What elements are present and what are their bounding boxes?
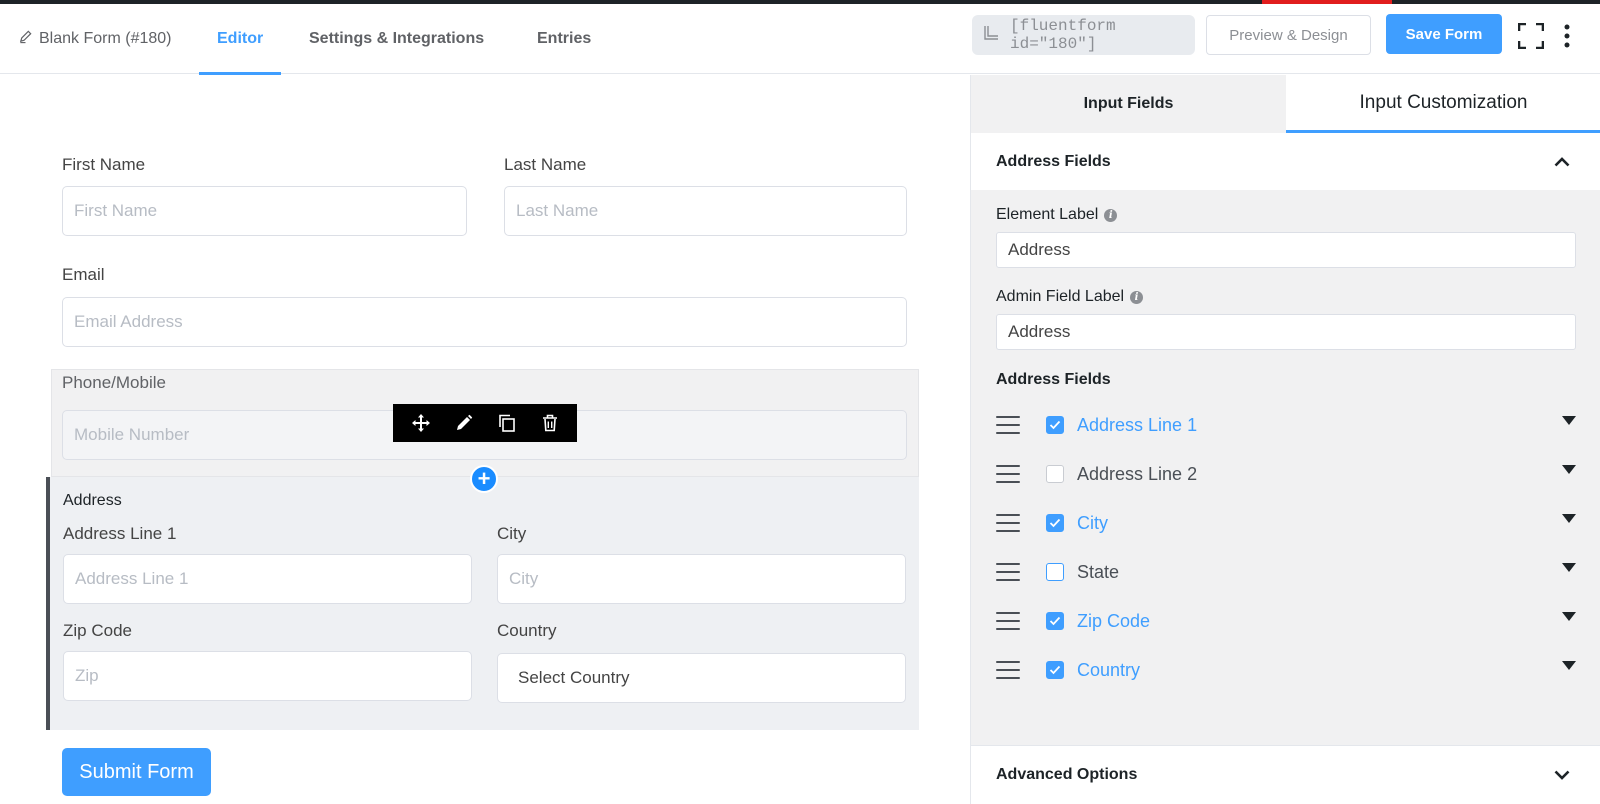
country-checkbox[interactable]: [1046, 661, 1064, 679]
submit-form-button[interactable]: Submit Form: [62, 748, 211, 796]
kebab-menu-icon[interactable]: [1555, 22, 1579, 50]
address-field-row: Address Line 2: [996, 456, 1576, 492]
caret-down-icon[interactable]: [1562, 514, 1576, 523]
advanced-options-header[interactable]: Advanced Options: [971, 745, 1600, 804]
field-label: State: [1077, 561, 1120, 582]
element-label-heading: Element Label i: [996, 206, 1118, 224]
tab-entries[interactable]: Entries: [537, 4, 591, 74]
admin-label-text: Admin Field Label: [996, 288, 1125, 305]
email-input[interactable]: Email Address: [62, 297, 907, 347]
form-editor-canvas: First Name First Name Last Name Last Nam…: [0, 75, 970, 804]
country-select[interactable]: Select Country: [497, 653, 906, 703]
address-field-row: Zip Code: [996, 603, 1576, 639]
field-label: Address Line 2: [1077, 463, 1198, 484]
address-fields-subheading: Address Fields: [996, 371, 1111, 388]
zip-label: Zip Code: [63, 621, 132, 640]
fullscreen-icon[interactable]: [1517, 22, 1545, 50]
caret-down-icon[interactable]: [1562, 612, 1576, 621]
pencil-icon: [18, 29, 33, 49]
chevron-up-icon[interactable]: [1553, 153, 1571, 171]
element-label-input[interactable]: Address: [996, 232, 1576, 268]
save-form-button[interactable]: Save Form: [1386, 14, 1502, 54]
drag-handle-icon[interactable]: [996, 416, 1020, 434]
email-label: Email: [62, 265, 105, 284]
city-checkbox[interactable]: [1046, 514, 1064, 532]
edit-icon[interactable]: [453, 412, 475, 434]
address-field-row: Address Line 1: [996, 407, 1576, 443]
caret-down-icon[interactable]: [1562, 661, 1576, 670]
tab-input-fields[interactable]: Input Fields: [971, 75, 1286, 133]
address-field-row: City: [996, 505, 1576, 541]
element-label-text: Element Label: [996, 206, 1099, 223]
tab-input-customization[interactable]: Input Customization: [1286, 75, 1600, 133]
shortcode-text: [fluentform id="180"]: [1010, 17, 1116, 53]
address-line2-checkbox[interactable]: [1046, 465, 1064, 483]
address-field-row: Country: [996, 652, 1576, 688]
first-name-label: First Name: [62, 155, 146, 174]
tab-editor[interactable]: Editor: [198, 4, 282, 75]
address-field-row: State: [996, 554, 1576, 590]
drag-handle-icon[interactable]: [996, 465, 1020, 483]
field-label: City: [1077, 512, 1108, 533]
field-label: Zip Code: [1077, 610, 1151, 631]
chevron-down-icon[interactable]: [1553, 766, 1571, 784]
country-label: Country: [497, 621, 557, 640]
admin-label-input[interactable]: Address: [996, 314, 1576, 350]
preview-design-button[interactable]: Preview & Design: [1206, 15, 1371, 55]
zip-input[interactable]: Zip: [63, 651, 472, 701]
caret-down-icon[interactable]: [1562, 563, 1576, 572]
advanced-options-title: Advanced Options: [996, 766, 1138, 783]
address-line1-checkbox[interactable]: [1046, 416, 1064, 434]
caret-down-icon[interactable]: [1562, 416, 1576, 425]
info-icon[interactable]: i: [1130, 290, 1144, 304]
city-input[interactable]: City: [497, 554, 906, 604]
editor-header: Blank Form (#180) Editor Settings & Inte…: [0, 4, 1600, 75]
zip-code-checkbox[interactable]: [1046, 612, 1064, 630]
drag-handle-icon[interactable]: [996, 612, 1020, 630]
drag-handle-icon[interactable]: [996, 563, 1020, 581]
address-title: Address: [63, 492, 122, 509]
last-name-label: Last Name: [504, 155, 587, 174]
last-name-input[interactable]: Last Name: [504, 186, 907, 236]
admin-label-heading: Admin Field Label i: [996, 288, 1144, 306]
address-line1-input[interactable]: Address Line 1: [63, 554, 472, 604]
field-label: Country: [1077, 659, 1141, 680]
sidebar-tabs: Input Fields Input Customization: [971, 75, 1600, 133]
form-title[interactable]: Blank Form (#180): [18, 4, 172, 74]
caret-down-icon[interactable]: [1562, 465, 1576, 474]
shortcode-copy-button[interactable]: [fluentform id="180"]: [972, 15, 1195, 55]
drag-handle-icon[interactable]: [996, 661, 1020, 679]
tab-settings-integrations[interactable]: Settings & Integrations: [309, 4, 484, 74]
field-action-toolbar: [393, 404, 577, 442]
copy-shortcode-icon: [982, 24, 1000, 47]
info-icon[interactable]: i: [1104, 208, 1118, 222]
delete-icon[interactable]: [539, 412, 561, 434]
form-title-text: Blank Form (#180): [39, 30, 172, 47]
first-name-input[interactable]: First Name: [62, 186, 467, 236]
address-fields-section-header[interactable]: Address Fields: [971, 133, 1600, 190]
address-line1-label: Address Line 1: [63, 524, 177, 543]
city-label: City: [497, 524, 527, 543]
section-title: Address Fields: [996, 152, 1111, 170]
phone-label: Phone/Mobile: [62, 373, 166, 392]
add-field-plus-icon[interactable]: +: [470, 465, 498, 493]
settings-sidebar: Input Fields Input Customization Address…: [970, 75, 1600, 804]
drag-handle-icon[interactable]: [996, 514, 1020, 532]
duplicate-icon[interactable]: [496, 412, 518, 434]
field-label: Address Line 1: [1077, 414, 1198, 435]
move-icon[interactable]: [410, 412, 432, 434]
state-checkbox[interactable]: [1046, 563, 1064, 581]
